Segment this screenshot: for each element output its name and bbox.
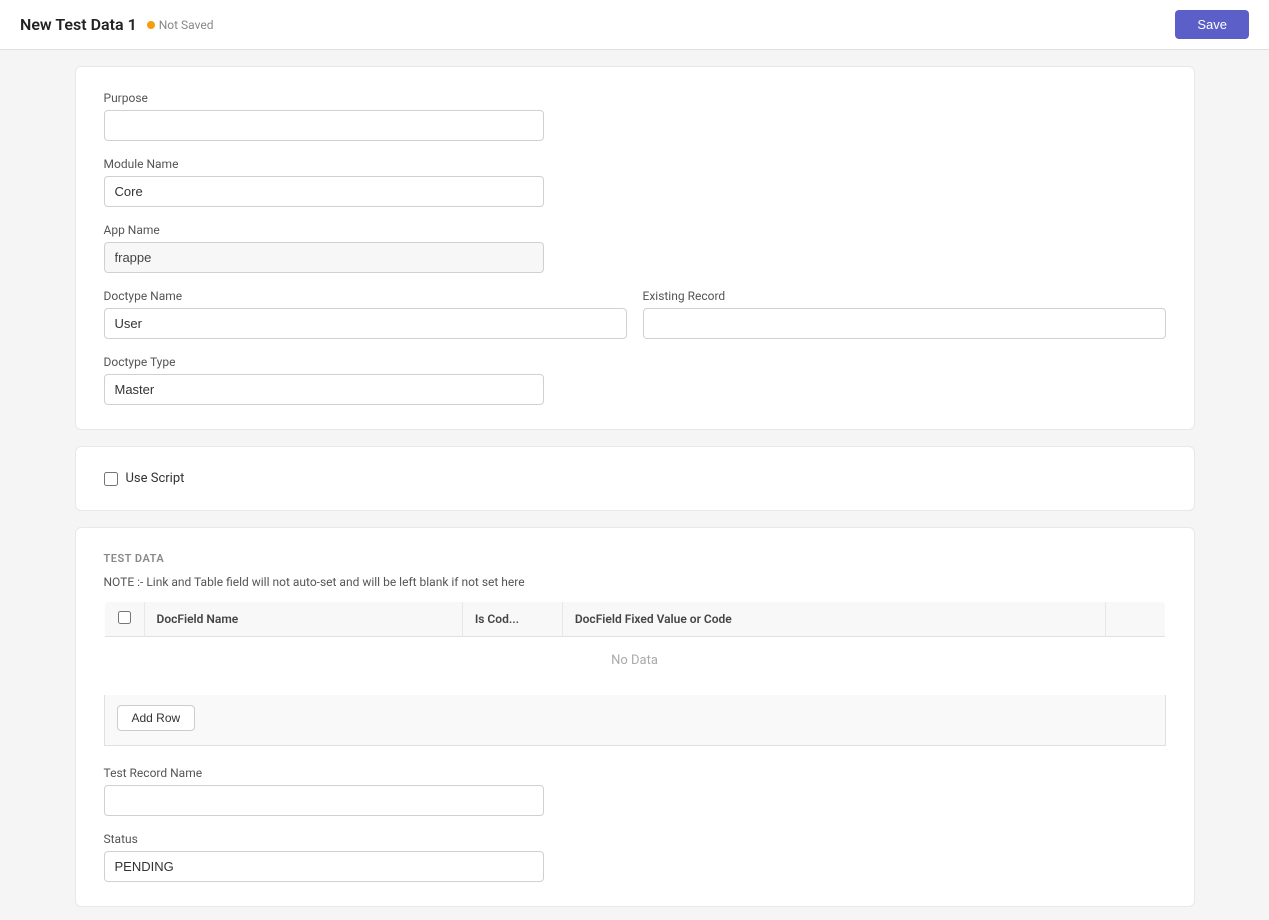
not-saved-dot [147,21,155,29]
add-row-button[interactable]: Add Row [117,705,196,731]
status-label: Status [104,832,544,846]
use-script-row: Use Script [104,471,1166,486]
col-is-code-header: Is Cod... [462,602,562,637]
app-name-group: App Name [104,223,544,273]
status-group: Status [104,832,544,882]
script-card: Use Script [75,446,1195,511]
no-data-row: No Data [104,637,1165,685]
save-button[interactable]: Save [1175,10,1249,39]
add-row-wrapper: Add Row [104,695,1166,746]
status-input[interactable] [104,851,544,882]
use-script-checkbox[interactable] [104,472,118,486]
table-header-row: DocField Name Is Cod... DocField Fixed V… [104,602,1165,637]
app-name-label: App Name [104,223,544,237]
existing-record-input[interactable] [643,308,1166,339]
purpose-input[interactable] [104,110,544,141]
module-name-label: Module Name [104,157,544,171]
col-fixed-value-header: DocField Fixed Value or Code [562,602,1105,637]
no-data-cell: No Data [104,637,1165,685]
module-name-group: Module Name [104,157,544,207]
use-script-label[interactable]: Use Script [126,471,185,486]
test-data-table: DocField Name Is Cod... DocField Fixed V… [104,601,1166,685]
test-record-name-group: Test Record Name [104,766,544,816]
select-all-checkbox[interactable] [118,611,131,624]
doctype-name-label: Doctype Name [104,289,627,303]
doctype-type-group: Doctype Type [104,355,544,405]
main-content: Purpose Module Name App Name Doctype Nam… [55,66,1215,907]
purpose-label: Purpose [104,91,544,105]
col-checkbox-header [104,602,144,637]
test-record-name-label: Test Record Name [104,766,544,780]
test-data-section-label: TEST DATA [104,552,1166,565]
topbar: New Test Data 1 Not Saved Save [0,0,1269,50]
not-saved-label: Not Saved [159,18,214,32]
col-docfield-name-header: DocField Name [144,602,462,637]
doctype-type-input[interactable] [104,374,544,405]
form-card: Purpose Module Name App Name Doctype Nam… [75,66,1195,430]
app-name-input[interactable] [104,242,544,273]
topbar-left: New Test Data 1 Not Saved [20,15,213,34]
test-record-name-input[interactable] [104,785,544,816]
purpose-group: Purpose [104,91,544,141]
doctype-type-label: Doctype Type [104,355,544,369]
test-data-card: TEST DATA NOTE :- Link and Table field w… [75,527,1195,907]
module-name-input[interactable] [104,176,544,207]
col-actions-header [1105,602,1165,637]
page-title: New Test Data 1 [20,15,137,34]
doctype-name-group: Doctype Name [104,289,627,339]
doctype-name-input[interactable] [104,308,627,339]
existing-record-group: Existing Record [643,289,1166,355]
test-data-note: NOTE :- Link and Table field will not au… [104,575,1166,589]
existing-record-label: Existing Record [643,289,1166,303]
doctype-existing-row: Doctype Name Existing Record [104,289,1166,355]
not-saved-badge: Not Saved [147,18,214,32]
